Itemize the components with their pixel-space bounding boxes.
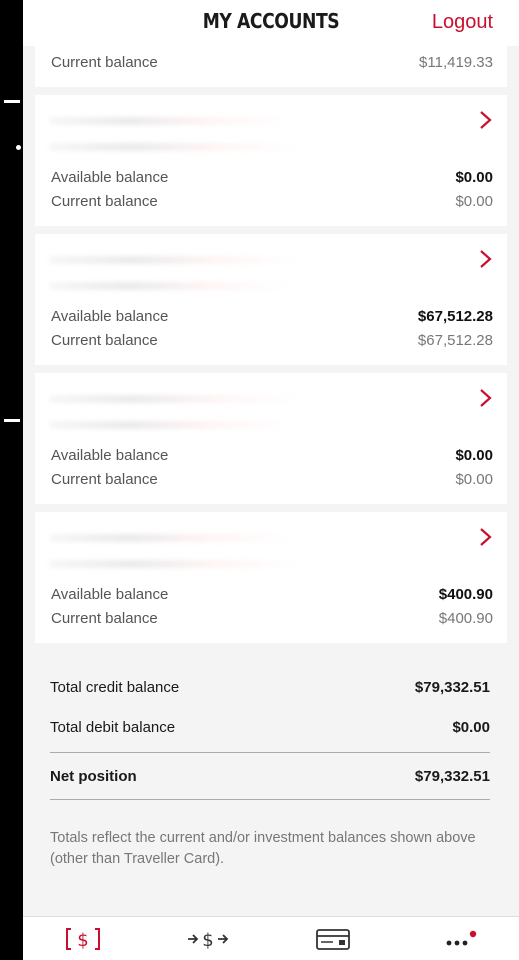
current-balance-row: Current balance $0.00 [51,471,493,488]
chevron-right-icon[interactable] [475,109,495,131]
account-card[interactable]: Available balance $400.90 Current balanc… [35,512,507,643]
totals-section: Total credit balance $79,332.51 Total de… [50,676,490,806]
current-balance-value: $0.00 [455,471,493,488]
current-balance-row: Current balance $0.00 [51,193,493,210]
tab-more[interactable] [429,925,489,953]
total-debit-label: Total debit balance [50,719,176,736]
current-balance-row: Current balance $400.90 [51,610,493,627]
card-icon [316,929,350,950]
divider [50,799,490,800]
current-balance-row: Current balance $67,512.28 [51,332,493,349]
current-balance-label: Current balance [51,610,158,627]
current-balance-value: $67,512.28 [417,332,493,349]
edge-mark [4,100,20,103]
more-dots-icon [446,930,477,946]
net-position-value: $79,332.51 [414,768,490,785]
available-balance-row: Available balance $0.00 [51,169,493,186]
divider [50,752,490,753]
redacted-account-name [49,256,299,264]
transfer-arrows-icon: $ [188,930,229,951]
current-balance-row: Current balance $11,419.33 [51,54,493,71]
net-position-label: Net position [50,768,137,785]
bottom-tab-bar: $ $ [23,916,519,960]
app-screen: MY ACCOUNTS Logout Current balance $11,4… [23,0,519,960]
redacted-account-name [49,117,289,125]
available-balance-value: $0.00 [455,447,493,464]
account-card[interactable]: Available balance $67,512.28 Current bal… [35,234,507,365]
redacted-account-number [49,282,289,290]
chevron-right-icon[interactable] [475,248,495,270]
total-debit-row: Total debit balance $0.00 [50,719,490,736]
current-balance-label: Current balance [51,193,158,210]
tab-transfer[interactable]: $ [178,925,238,953]
available-balance-label: Available balance [51,308,169,325]
account-card-partial[interactable]: Current balance $11,419.33 [35,46,507,87]
available-balance-value: $400.90 [438,586,493,603]
current-balance-label: Current balance [51,332,158,349]
available-balance-label: Available balance [51,447,169,464]
available-balance-value: $67,512.28 [417,308,493,325]
available-balance-row: Available balance $0.00 [51,447,493,464]
logout-button[interactable]: Logout [432,11,493,34]
total-credit-row: Total credit balance $79,332.51 [50,679,490,696]
total-credit-value: $79,332.51 [414,679,490,696]
total-debit-value: $0.00 [452,719,490,736]
tab-cards[interactable] [303,925,363,953]
current-balance-label: Current balance [51,54,158,71]
svg-text:$: $ [77,930,88,951]
redacted-account-number [49,560,299,568]
notification-dot [469,930,477,938]
total-credit-label: Total credit balance [50,679,180,696]
redacted-account-name [49,534,289,542]
chevron-right-icon[interactable] [475,526,495,548]
redacted-account-number [49,143,299,151]
available-balance-row: Available balance $400.90 [51,586,493,603]
svg-text:$: $ [202,930,213,951]
edge-mark [4,419,20,422]
edge-mark [16,145,21,150]
dollar-bracket-icon: $ [66,928,100,951]
redacted-account-number [49,421,289,429]
current-balance-value: $0.00 [455,193,493,210]
header: MY ACCOUNTS Logout [23,0,519,46]
current-balance-label: Current balance [51,471,158,488]
account-card[interactable]: Available balance $0.00 Current balance … [35,373,507,504]
page-title: MY ACCOUNTS [202,9,340,33]
tab-accounts[interactable]: $ [53,925,113,953]
available-balance-value: $0.00 [455,169,493,186]
redacted-account-name [49,395,299,403]
available-balance-label: Available balance [51,586,169,603]
chevron-right-icon[interactable] [475,387,495,409]
current-balance-value: $400.90 [438,610,493,627]
totals-note: Totals reflect the current and/or invest… [50,830,476,867]
available-balance-row: Available balance $67,512.28 [51,308,493,325]
account-card[interactable]: Available balance $0.00 Current balance … [35,95,507,226]
available-balance-label: Available balance [51,169,169,186]
current-balance-value: $11,419.33 [419,54,493,71]
net-position-row: Net position $79,332.51 [50,768,490,785]
